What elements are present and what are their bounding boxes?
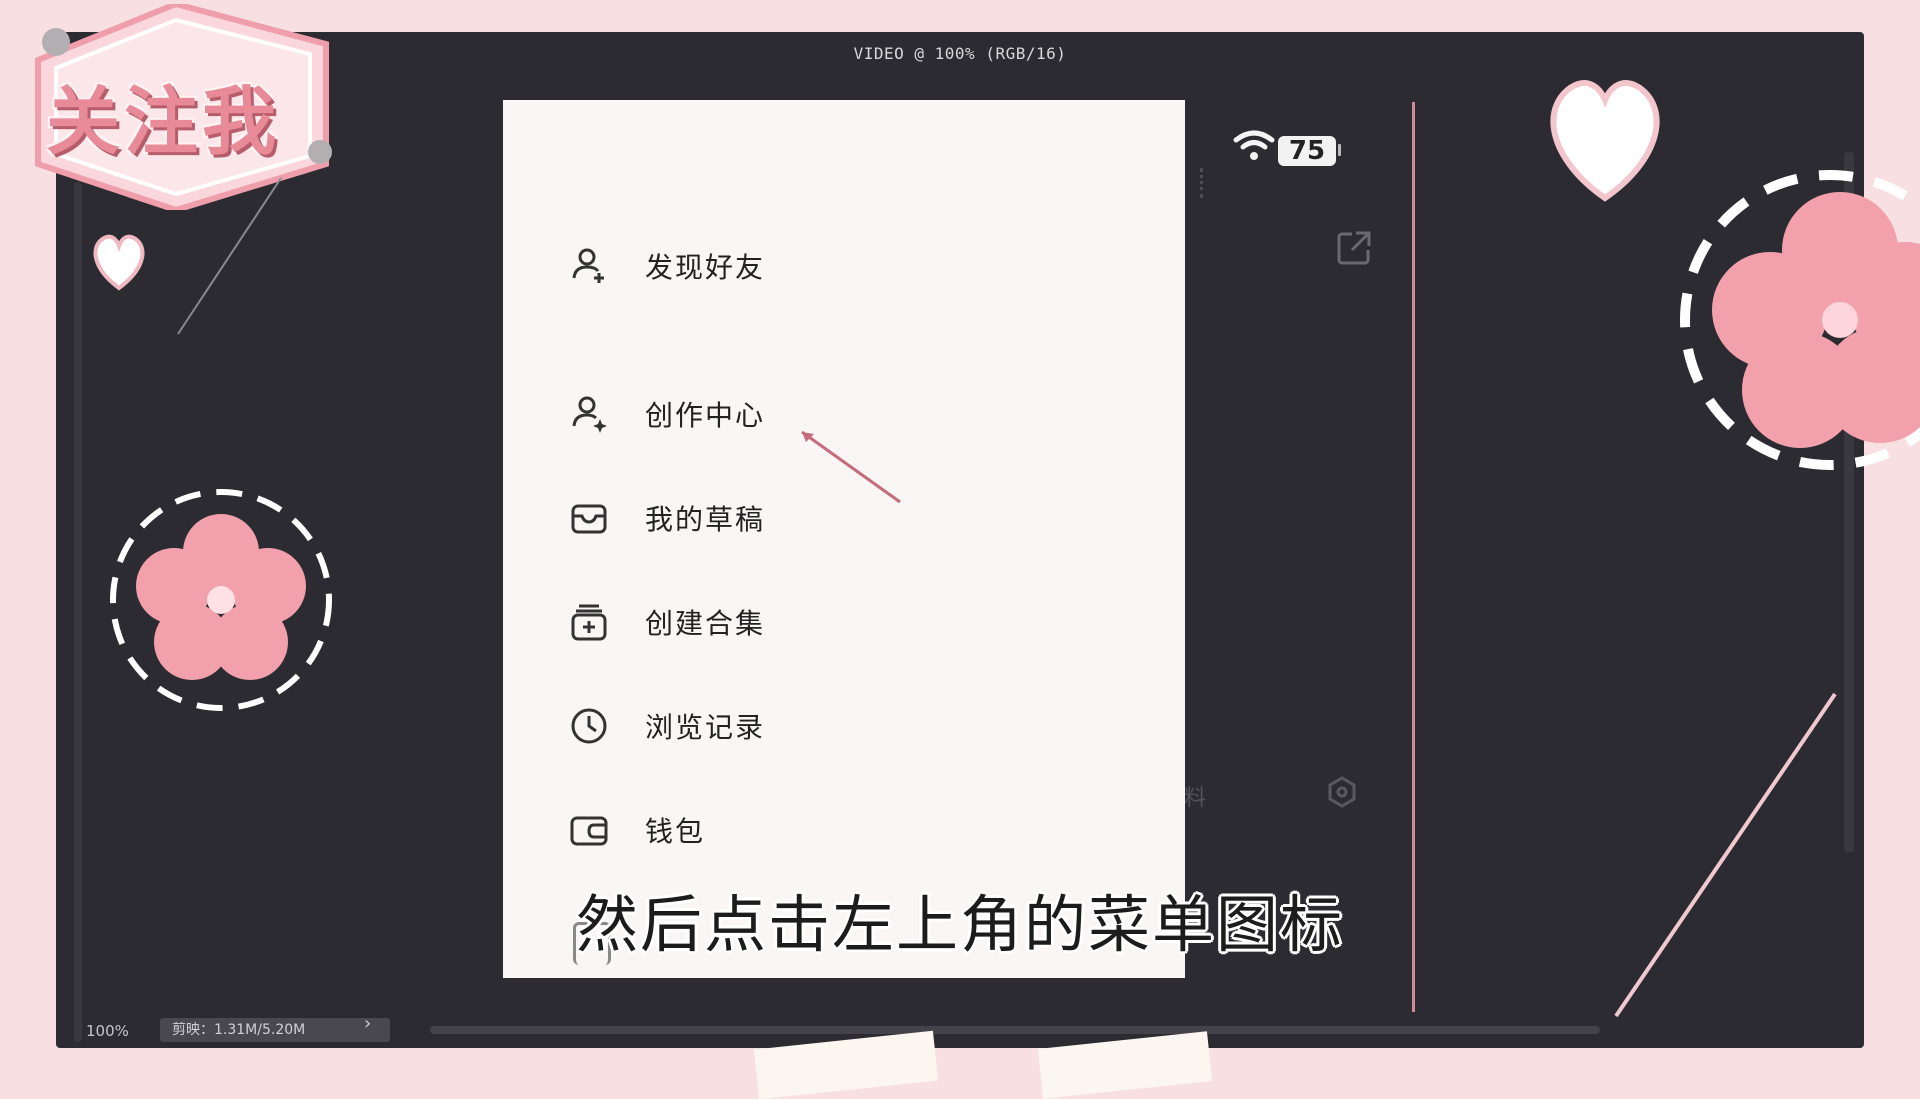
- partial-label-ghost: 料: [1184, 786, 1207, 811]
- menu-item-creator-center[interactable]: 创作中心: [567, 384, 765, 444]
- menu-item-browse-history[interactable]: 浏览记录: [567, 696, 765, 756]
- settings-gear-icon[interactable]: [1326, 776, 1358, 808]
- status-dots: [1184, 168, 1203, 198]
- follow-me-text: 关注我: [46, 79, 280, 165]
- menu-item-my-drafts[interactable]: 我的草稿: [567, 488, 765, 548]
- canvas-border: [1412, 102, 1415, 1012]
- menu-item-label: 浏览记录: [645, 711, 766, 744]
- shooting-star-line: [1614, 692, 1837, 1018]
- add-friend-icon: [567, 244, 611, 288]
- zoom-level: 100%: [86, 1022, 129, 1040]
- menu-item-label: 创作中心: [645, 399, 766, 432]
- annotation-arrow: [801, 430, 901, 504]
- clip-info-field[interactable]: 剪映：1.31M/5.20M: [160, 1018, 390, 1042]
- wallet-icon: [567, 808, 611, 852]
- wifi-icon: [1233, 130, 1275, 160]
- status-bar: 100% 剪映：1.31M/5.20M ›: [56, 1012, 1864, 1048]
- sparkle-line: [177, 177, 282, 335]
- battery-nub: [1338, 144, 1341, 156]
- history-clock-icon: [567, 704, 611, 748]
- drafts-inbox-icon: [567, 496, 611, 540]
- menu-item-label: 创建合集: [645, 607, 766, 640]
- external-link-icon[interactable]: [1334, 228, 1374, 268]
- chevron-right-icon[interactable]: ›: [364, 1012, 371, 1036]
- menu-item-create-collection[interactable]: 创建合集: [567, 592, 765, 652]
- menu-item-wallet[interactable]: 钱包: [567, 800, 705, 860]
- menu-item-find-friends[interactable]: 发现好友: [567, 236, 765, 296]
- battery-indicator: 75: [1278, 136, 1336, 166]
- horizontal-scrollbar[interactable]: [430, 1026, 1600, 1034]
- side-menu-drawer: 发现好友 创作中心 我的草稿 创建合集 浏览记录 钱包: [503, 100, 1185, 978]
- creator-icon: [567, 392, 611, 436]
- video-subtitle: 然后点击左上角的菜单图标: [576, 888, 1345, 961]
- left-edge-panel: [74, 182, 82, 1042]
- flower-icon-large: [1680, 170, 1920, 470]
- menu-item-label: 钱包: [645, 815, 706, 848]
- create-collection-icon: [567, 600, 611, 644]
- heart-icon: [93, 234, 145, 291]
- heart-icon-large: [1550, 80, 1660, 202]
- menu-item-label: 我的草稿: [645, 503, 766, 536]
- flower-icon: [110, 489, 332, 711]
- menu-item-label: 发现好友: [645, 251, 766, 284]
